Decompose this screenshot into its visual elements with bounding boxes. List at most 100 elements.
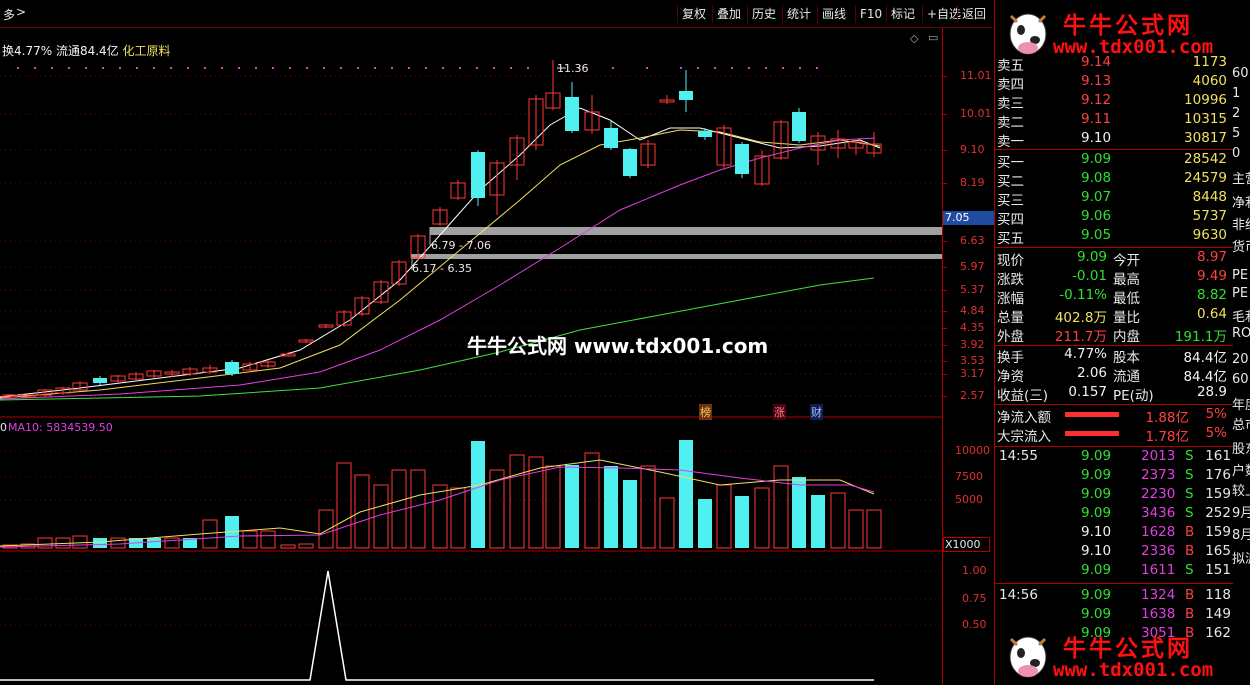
price-tick: 4.84 — [960, 304, 985, 317]
tick-side: B — [1185, 524, 1195, 540]
volume-bar — [830, 492, 846, 549]
logo-title: 牛牛公式网 — [1063, 13, 1193, 39]
tick-side: S — [1185, 486, 1194, 502]
order-level-label: 卖三 — [997, 96, 1024, 112]
price-tick: 4.35 — [960, 321, 985, 334]
f10-item: 8月 — [1232, 528, 1250, 543]
stat-row: 收益(三) 0.157 PE(动) 28.9 — [995, 384, 1233, 404]
signal-dot — [442, 67, 444, 69]
price-tick: 9.10 — [960, 143, 985, 156]
volume-bar — [260, 530, 276, 549]
tick-side: S — [1185, 467, 1194, 483]
volume-bar — [432, 484, 448, 549]
event-tag[interactable]: 涨 — [773, 404, 786, 420]
f10-item: 拟派 — [1232, 552, 1250, 567]
buy-row: 买四 9.06 5737 — [995, 208, 1233, 228]
order-level-label: 卖一 — [997, 134, 1024, 150]
f10-item: 非经 — [1232, 218, 1250, 233]
volume-bar — [545, 465, 561, 549]
flow-row: 大宗流入 1.78亿 5% — [995, 425, 1233, 445]
window-icon[interactable]: ▭ — [928, 31, 938, 44]
order-level-label: 买四 — [997, 212, 1024, 228]
signal-dot — [238, 67, 240, 69]
signal-dot — [221, 67, 223, 69]
stat-value: -0.11% — [1059, 287, 1107, 303]
signal-dot — [816, 67, 818, 69]
toolbar-button[interactable]: 标记 — [886, 5, 919, 23]
tick-count: 252 — [1205, 505, 1231, 521]
f10-item: 主营 — [1232, 172, 1250, 187]
toolbar-button[interactable]: 返回 — [957, 5, 990, 23]
logo-url: www.tdx001.com — [1053, 659, 1214, 681]
stat-label: 流通 — [1113, 369, 1140, 385]
stat-row: 换手 4.77% 股本 84.4亿 — [995, 346, 1233, 366]
toolbar-button[interactable]: 画线 — [817, 5, 850, 23]
stat-value: 211.7万 — [1054, 329, 1107, 345]
f10-item: RO — [1232, 326, 1250, 341]
price-tick: 11.01 — [960, 69, 992, 82]
divider — [995, 247, 1233, 248]
tick-volume: 2373 — [1141, 467, 1176, 483]
stat-label: 涨跌 — [997, 272, 1024, 288]
order-price: 9.05 — [1081, 227, 1112, 243]
volume-bar — [773, 465, 789, 549]
signal-dot — [612, 67, 614, 69]
float-text: 流通84.4亿 — [55, 44, 119, 58]
stat-row: 净资 2.06 流通 84.4亿 — [995, 365, 1233, 385]
signal-dot — [357, 67, 359, 69]
signal-dot — [68, 67, 70, 69]
event-tag[interactable]: 财 — [810, 404, 823, 420]
event-tag[interactable]: 榜 — [699, 404, 712, 420]
watermark-text: 牛牛公式网 www.tdx001.com — [467, 334, 769, 358]
tick-mark — [943, 396, 947, 397]
toolbar-button[interactable]: 复权 — [677, 5, 710, 23]
stat-value: -0.01 — [1072, 268, 1107, 284]
tick-row: 9.09 1611 S 151 — [995, 562, 1233, 581]
volume-bar — [147, 538, 161, 548]
stat-row: 涨幅 -0.11% 最低 8.82 — [995, 287, 1233, 307]
signal-dot — [102, 67, 104, 69]
diamond-icon[interactable]: ◇ — [910, 32, 918, 45]
stat-label: 外盘 — [997, 329, 1024, 345]
toolbar-button[interactable]: 统计 — [782, 5, 815, 23]
f10-item: 5 — [1232, 126, 1241, 141]
volume-bar — [242, 530, 258, 549]
tick-volume: 2336 — [1141, 543, 1176, 559]
candle-body — [225, 362, 239, 374]
stat-label: 总量 — [997, 310, 1024, 326]
tick-row: 9.10 1628 B 159 — [995, 524, 1233, 543]
volume-tick: 7500 — [955, 470, 983, 483]
tick-mark — [943, 311, 947, 312]
resistance-zone — [412, 254, 942, 259]
toolbar-button[interactable]: F10 — [855, 5, 886, 23]
chevron-right-icon[interactable]: > — [16, 5, 26, 19]
volume-bar — [792, 477, 806, 548]
toolbar-button[interactable]: 历史 — [747, 5, 780, 23]
toolbar-button[interactable]: 叠加 — [712, 5, 745, 23]
tick-side: S — [1185, 505, 1194, 521]
order-level-label: 卖四 — [997, 77, 1024, 93]
period-selector[interactable]: 多 — [3, 6, 15, 23]
stat-row: 总量 402.8万 量比 0.64 — [995, 306, 1233, 326]
indicator-line — [0, 570, 874, 681]
volume-bar — [848, 509, 864, 549]
stat-value: 191.1万 — [1174, 329, 1227, 345]
price-tick: 6.63 — [960, 234, 985, 247]
f10-item: 净利 — [1232, 196, 1250, 211]
tick-volume: 1324 — [1141, 587, 1176, 603]
order-volume: 8448 — [1192, 189, 1227, 205]
tick-time: 14:55 — [999, 448, 1038, 464]
signal-dot — [85, 67, 87, 69]
price-tick: 5.37 — [960, 283, 985, 296]
divider — [995, 583, 1233, 584]
tick-mark — [943, 114, 947, 115]
signal-dot — [34, 67, 36, 69]
flow-pct: 5% — [1205, 425, 1227, 441]
volume-bar — [298, 543, 314, 549]
volume-bar — [659, 497, 675, 549]
f10-item: PE — [1232, 268, 1249, 283]
f10-item: 60 — [1232, 66, 1249, 81]
volume-bar — [410, 469, 426, 549]
signal-dot — [765, 67, 767, 69]
stat-row: 涨跌 -0.01 最高 9.49 — [995, 268, 1233, 288]
